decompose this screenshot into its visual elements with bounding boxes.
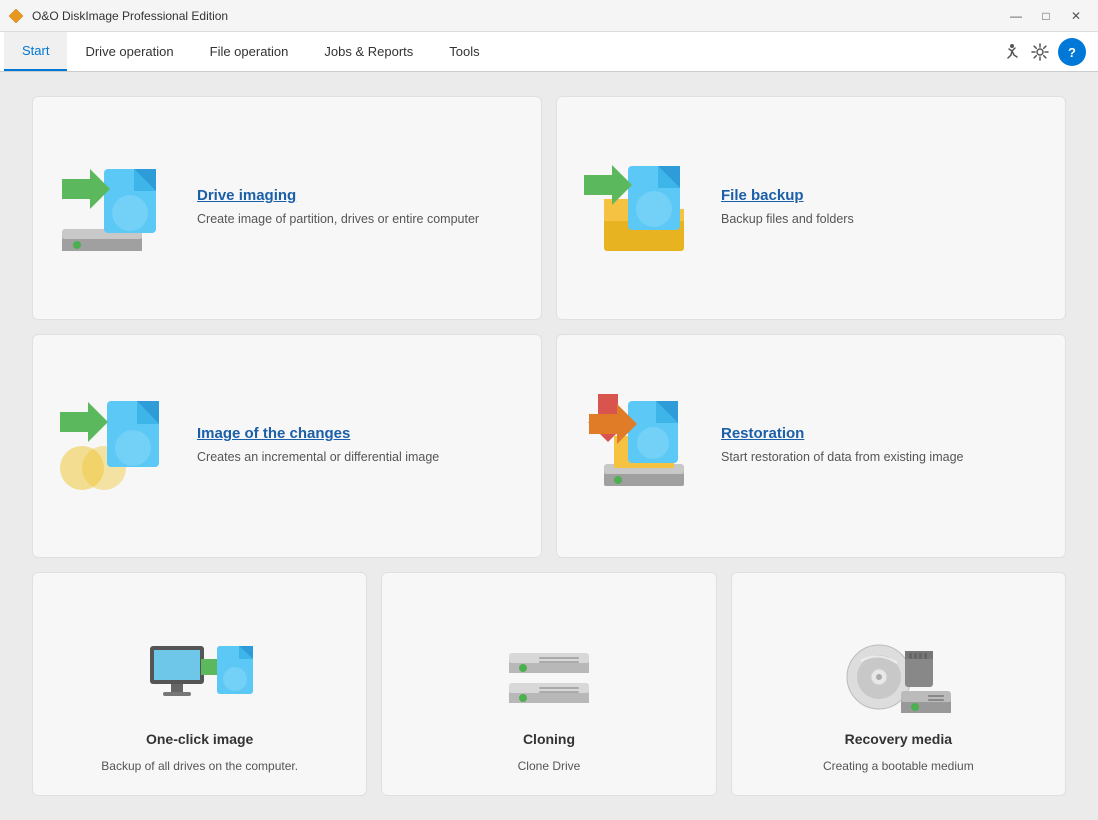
run-icon: [998, 42, 1018, 62]
one-click-image-card[interactable]: One-click image Backup of all drives on …: [32, 572, 367, 796]
one-click-icon: [155, 641, 245, 721]
file-backup-desc: Backup files and folders: [721, 210, 854, 229]
tab-jobs-reports[interactable]: Jobs & Reports: [306, 32, 431, 71]
file-backup-icon: [581, 158, 701, 258]
drive-imaging-text: Drive imaging Create image of partition,…: [197, 187, 479, 229]
restoration-icon: [581, 396, 701, 496]
menu-bar: Start Drive operation File operation Job…: [0, 32, 1098, 72]
tab-drive-operation[interactable]: Drive operation: [67, 32, 191, 71]
restoration-title: Restoration: [721, 425, 963, 442]
image-changes-text: Image of the changes Creates an incremen…: [197, 425, 439, 467]
recovery-media-title: Recovery media: [845, 731, 952, 747]
drive-imaging-card[interactable]: Drive imaging Create image of partition,…: [32, 96, 542, 320]
cloning-card[interactable]: Cloning Clone Drive: [381, 572, 716, 796]
minimize-button[interactable]: —: [1002, 6, 1030, 26]
row-1: Drive imaging Create image of partition,…: [32, 96, 1066, 320]
drive-imaging-icon: [57, 158, 177, 258]
recovery-media-desc: Creating a bootable medium: [823, 757, 974, 775]
file-backup-card[interactable]: File backup Backup files and folders: [556, 96, 1066, 320]
drive-imaging-desc: Create image of partition, drives or ent…: [197, 210, 479, 229]
menu-tabs: Start Drive operation File operation Job…: [4, 32, 498, 71]
recovery-media-icon: [853, 641, 943, 721]
restoration-desc: Start restoration of data from existing …: [721, 448, 963, 467]
image-changes-card[interactable]: Image of the changes Creates an incremen…: [32, 334, 542, 558]
one-click-desc: Backup of all drives on the computer.: [101, 757, 298, 775]
maximize-button[interactable]: □: [1032, 6, 1060, 26]
one-click-title: One-click image: [146, 731, 253, 747]
close-button[interactable]: ✕: [1062, 6, 1090, 26]
file-backup-title: File backup: [721, 187, 854, 204]
tab-start[interactable]: Start: [4, 32, 67, 71]
recovery-media-card[interactable]: Recovery media Creating a bootable mediu…: [731, 572, 1066, 796]
app-icon: [8, 8, 24, 24]
image-changes-desc: Creates an incremental or differential i…: [197, 448, 439, 467]
row-2: Image of the changes Creates an incremen…: [32, 334, 1066, 558]
tab-tools[interactable]: Tools: [431, 32, 497, 71]
gear-icon: [1030, 42, 1050, 62]
cloning-icon: [504, 641, 594, 721]
row-3: One-click image Backup of all drives on …: [32, 572, 1066, 796]
window-controls: — □ ✕: [1002, 6, 1090, 26]
title-bar: O&O DiskImage Professional Edition — □ ✕: [0, 0, 1098, 32]
app-title: O&O DiskImage Professional Edition: [32, 9, 228, 23]
settings-button[interactable]: [1026, 38, 1054, 66]
tab-file-operation[interactable]: File operation: [192, 32, 307, 71]
main-content: Drive imaging Create image of partition,…: [0, 72, 1098, 820]
restoration-text: Restoration Start restoration of data fr…: [721, 425, 963, 467]
cloning-title: Cloning: [523, 731, 575, 747]
help-icon: ?: [1062, 42, 1082, 62]
run-button[interactable]: [994, 38, 1022, 66]
image-changes-icon: [57, 396, 177, 496]
svg-text:?: ?: [1068, 45, 1076, 60]
image-changes-title: Image of the changes: [197, 425, 439, 442]
cloning-desc: Clone Drive: [518, 757, 581, 775]
help-button[interactable]: ?: [1058, 38, 1086, 66]
drive-imaging-title: Drive imaging: [197, 187, 479, 204]
title-bar-left: O&O DiskImage Professional Edition: [8, 8, 228, 24]
toolbar-icons: ?: [994, 38, 1094, 66]
file-backup-text: File backup Backup files and folders: [721, 187, 854, 229]
restoration-card[interactable]: Restoration Start restoration of data fr…: [556, 334, 1066, 558]
